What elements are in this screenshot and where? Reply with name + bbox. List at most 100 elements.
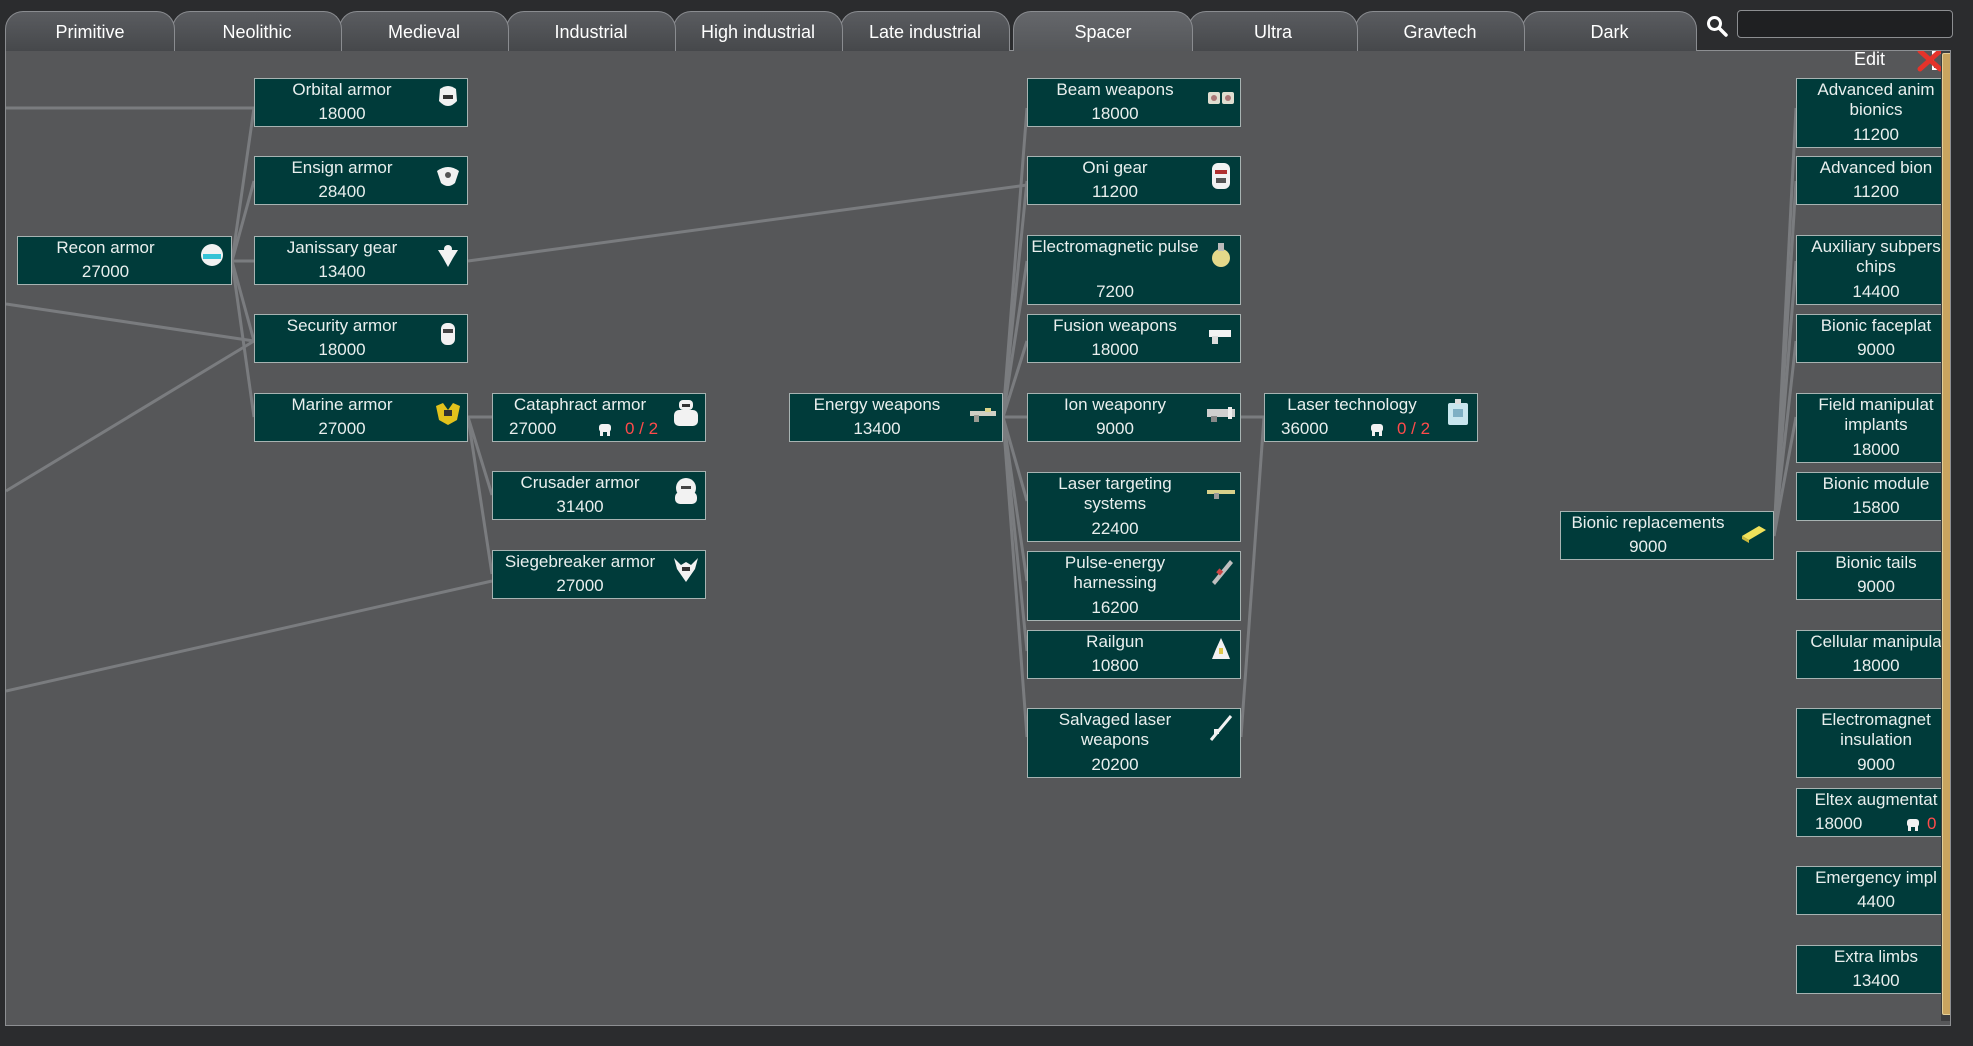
research-node-salvaged-laser-weapons[interactable]: Salvaged laser weapons 20200: [1027, 708, 1241, 778]
research-node-emergency-impl[interactable]: Emergency impl 4400: [1796, 866, 1950, 915]
research-node-cost: 18000: [318, 104, 366, 123]
research-node-advanced-bion[interactable]: Advanced bion 11200: [1796, 156, 1950, 205]
research-node-label: Laser targeting systems: [1058, 474, 1172, 513]
tab-ultra[interactable]: Ultra: [1188, 11, 1358, 51]
research-node-label: Bionic replacements: [1571, 513, 1725, 532]
research-tree-panel[interactable]: Recon armor 27000 Orbital armor 18000 Ensign…: [5, 50, 1951, 1026]
research-node-ensign-armor[interactable]: Ensign armor 28400: [254, 156, 468, 205]
research-node-progress: 0 / 2: [1397, 419, 1431, 438]
research-node-fusion-weapons[interactable]: Fusion weapons 18000: [1027, 314, 1241, 363]
research-node-cost: 28400: [318, 182, 366, 201]
tab-primitive[interactable]: Primitive: [5, 11, 175, 51]
close-icon[interactable]: [1916, 50, 1944, 73]
research-node-electromagnetic-pulse[interactable]: Electromagnetic pulse 7200: [1027, 235, 1241, 305]
research-node-laser-targeting-systems[interactable]: Laser targeting systems 22400: [1027, 472, 1241, 542]
research-node-bionic-tails[interactable]: Bionic tails 9000: [1796, 551, 1950, 600]
tab-gravtech[interactable]: Gravtech: [1355, 11, 1525, 51]
research-node-eltex-augmentat[interactable]: Eltex augmentat 18000 0: [1796, 788, 1950, 837]
fusion-pistol-icon: [1209, 330, 1231, 344]
research-node-label: Crusader armor: [520, 473, 640, 492]
research-node-cost: 18000: [1815, 814, 1863, 833]
laser-rifle-icon: [1207, 490, 1235, 499]
research-node-cost: 18000: [1852, 656, 1900, 675]
crusader-armor-icon: [675, 478, 697, 504]
security-armor-icon: [441, 323, 455, 345]
research-node-cost: 9000: [1096, 419, 1134, 438]
research-node-field-manipulat-implants[interactable]: Field manipulat implants 18000: [1796, 393, 1950, 463]
research-node-recon-armor[interactable]: Recon armor 27000: [17, 236, 232, 285]
research-node-cataphract-armor[interactable]: Cataphract armor 27000 0 / 2: [492, 393, 706, 442]
tab-medieval[interactable]: Medieval: [339, 11, 509, 51]
research-link: [230, 107, 256, 262]
research-link: [466, 416, 494, 575]
research-node-progress: 0 / 2: [625, 419, 659, 438]
research-node-bionic-replacements[interactable]: Bionic replacements 9000: [1560, 511, 1774, 560]
research-node-energy-weapons[interactable]: Energy weapons 13400: [789, 393, 1003, 442]
research-node-bionic-module[interactable]: Bionic module 15800: [1796, 472, 1950, 521]
research-node-label: Salvaged laser weapons: [1058, 710, 1172, 749]
cataphract-armor-icon: [674, 400, 698, 426]
research-node-beam-weapons[interactable]: Beam weapons 18000: [1027, 78, 1241, 127]
research-node-label: Recon armor: [56, 238, 155, 257]
research-node-oni-gear[interactable]: Oni gear 11200: [1027, 156, 1241, 205]
research-node-label: Bionic module: [1822, 474, 1930, 493]
research-node-label: Cataphract armor: [513, 395, 647, 414]
horizontal-scrollbar[interactable]: [6, 1025, 1951, 1026]
edit-label[interactable]: Edit: [1854, 51, 1885, 70]
research-link: [467, 183, 1028, 263]
railgun-icon: [1212, 638, 1230, 659]
research-node-label: Advanced bion: [1819, 158, 1933, 177]
tab-spacer[interactable]: Spacer: [1013, 11, 1193, 51]
research-node-advanced-anim-bionics[interactable]: Advanced anim bionics 11200: [1796, 78, 1950, 148]
tab-late-industrial[interactable]: Late industrial: [840, 11, 1010, 51]
tab-high-industrial[interactable]: High industrial: [673, 11, 843, 51]
research-node-siegebreaker-armor[interactable]: Siegebreaker armor 27000: [492, 550, 706, 599]
research-node-label: Eltex augmentat: [1814, 790, 1938, 809]
workbench-icon: [1905, 816, 1921, 832]
research-node-cost: 9000: [1857, 340, 1895, 359]
research-node-cost: 16200: [1091, 598, 1139, 617]
research-node-crusader-armor[interactable]: Crusader armor 31400: [492, 471, 706, 520]
tab-industrial[interactable]: Industrial: [506, 11, 676, 51]
research-node-orbital-armor[interactable]: Orbital armor 18000: [254, 78, 468, 127]
research-node-cost: 11200: [1852, 182, 1899, 201]
research-node-security-armor[interactable]: Security armor 18000: [254, 314, 468, 363]
research-node-cellular-manipula[interactable]: Cellular manipula 18000: [1796, 630, 1950, 679]
research-node-label: Railgun: [1086, 632, 1144, 651]
search-icon[interactable]: [1705, 14, 1729, 38]
research-node-auxiliary-subpers-chips[interactable]: Auxiliary subpers chips 14400: [1796, 235, 1950, 305]
research-node-label: Field manipulat implants: [1818, 395, 1934, 434]
bionic-replacement-icon: [1742, 526, 1766, 543]
research-node-cost: 27000: [556, 576, 604, 595]
research-node-label: Ion weaponry: [1063, 395, 1167, 414]
research-node-railgun[interactable]: Railgun 10800: [1027, 630, 1241, 679]
beam-weapon-icon: [1208, 92, 1234, 104]
research-link: [1239, 416, 1266, 738]
research-node-cost: 11200: [1091, 182, 1138, 201]
research-node-cost: 13400: [1852, 971, 1900, 990]
research-node-ion-weaponry[interactable]: Ion weaponry 9000: [1027, 393, 1241, 442]
research-node-cost: 4400: [1857, 892, 1895, 911]
research-node-label: Ensign armor: [291, 158, 393, 177]
tab-neolithic[interactable]: Neolithic: [172, 11, 342, 51]
vertical-scroll-thumb[interactable]: [1942, 53, 1950, 1015]
research-node-label: Auxiliary subpers chips: [1811, 237, 1941, 276]
search-input[interactable]: [1737, 10, 1953, 38]
research-link: [6, 579, 493, 693]
research-link: [6, 302, 255, 343]
workbench-icon: [597, 421, 613, 437]
research-node-label: Cellular manipula: [1810, 632, 1942, 651]
research-node-cost: 27000: [318, 419, 366, 438]
research-node-electromagnet-insulation[interactable]: Electromagnet insulation 9000: [1796, 708, 1950, 778]
research-link: [1001, 416, 1029, 738]
research-node-cost: 10800: [1091, 656, 1139, 675]
pulse-rifle-icon: [1212, 560, 1233, 585]
tab-dark[interactable]: Dark: [1522, 11, 1697, 51]
research-node-extra-limbs[interactable]: Extra limbs 13400: [1796, 945, 1950, 994]
research-node-marine-armor[interactable]: Marine armor 27000: [254, 393, 468, 442]
research-node-bionic-faceplat[interactable]: Bionic faceplat 9000: [1796, 314, 1950, 363]
research-node-janissary-gear[interactable]: Janissary gear 13400: [254, 236, 468, 285]
research-node-pulse-energy-harnessing[interactable]: Pulse-energy harnessing 16200: [1027, 551, 1241, 621]
research-node-laser-technology[interactable]: Laser technology 36000 0 / 2: [1264, 393, 1478, 442]
research-node-label: Marine armor: [291, 395, 393, 414]
